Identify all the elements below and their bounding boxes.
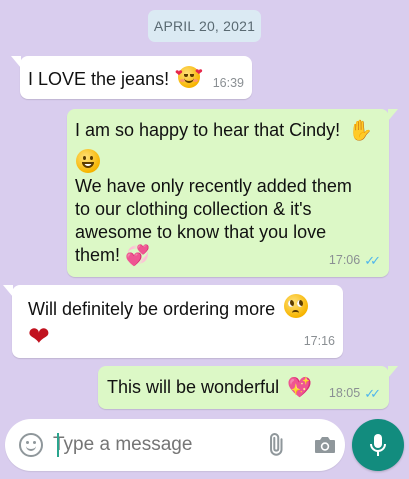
message-bubble-incoming[interactable]: I LOVE the jeans! ❤ ❤ 16:39: [11, 56, 252, 99]
read-ticks-icon: ✓✓: [364, 253, 381, 268]
message-time: 17:06: [328, 253, 361, 267]
message-time: 17:16: [303, 334, 335, 348]
message-text: I LOVE the jeans!: [28, 69, 170, 89]
revolving-hearts-icon: 💞: [125, 244, 150, 267]
message-line: them!: [75, 245, 121, 265]
message-text: Will definitely be ordering more: [28, 299, 276, 319]
message-time: 18:05: [328, 386, 361, 400]
message-text: This will be wonderful: [107, 377, 280, 397]
message-line: We have only recently added them: [75, 176, 352, 196]
pleading-face-icon: [284, 294, 309, 318]
read-ticks-icon: ✓✓: [364, 386, 381, 401]
message-bubble-outgoing[interactable]: This will be wonderful 💖 18:05 ✓✓: [98, 366, 398, 409]
date-chip: APRIL 20, 2021: [148, 10, 261, 42]
attach-icon[interactable]: [263, 433, 287, 457]
message-bubble-outgoing[interactable]: I am so happy to hear that Cindy! ✋ We h…: [67, 109, 398, 277]
message-composer: [5, 419, 345, 471]
message-input[interactable]: [53, 431, 243, 459]
mic-icon: [370, 434, 386, 456]
emoji-icon[interactable]: [19, 433, 43, 457]
message-line: awesome to know that you love: [75, 222, 327, 242]
message-line: to our clothing collection & it's: [75, 199, 312, 219]
red-heart-icon: ❤: [28, 321, 50, 351]
grinning-face-icon: [76, 149, 100, 173]
clapping-hands-icon: ✋: [348, 119, 374, 142]
message-time: 16:39: [212, 76, 244, 90]
message-line: I am so happy to hear that Cindy!: [75, 120, 341, 140]
message-bubble-incoming[interactable]: Will definitely be ordering more ❤ 17:16: [3, 285, 343, 358]
sparkling-heart-icon: 💖: [287, 376, 312, 399]
text-caret: [57, 433, 59, 457]
mic-button[interactable]: [352, 419, 404, 471]
smiling-face-with-hearts-icon: ❤ ❤: [175, 66, 203, 88]
camera-icon[interactable]: [313, 434, 337, 456]
